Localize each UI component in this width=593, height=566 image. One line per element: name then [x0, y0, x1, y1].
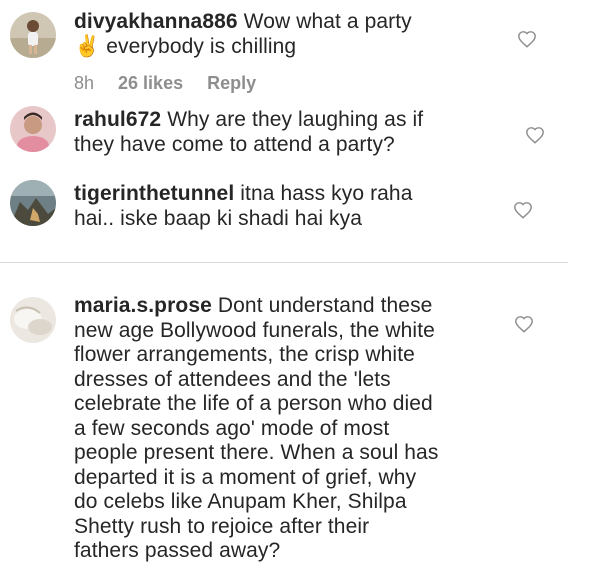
comment-body: itna hass kyo raha: [240, 182, 413, 205]
comment-text: maria.s.prose Dont understand these new a…: [74, 294, 494, 564]
comment-item: divyakhanna886 Wow what a party ✌️ everyb…: [0, 0, 593, 100]
avatar[interactable]: [10, 106, 56, 152]
comment-item: maria.s.prose Dont understand these new a…: [0, 263, 593, 566]
comment-body: fathers passed away?: [74, 539, 281, 562]
comment-body: celebrate the life of a person who died: [74, 392, 433, 415]
comment-body: do celebs like Anupam Kher, Shilpa: [74, 490, 407, 513]
heart-outline-icon[interactable]: [517, 30, 537, 48]
comment-username[interactable]: divyakhanna886: [74, 10, 238, 33]
comment-text: tigerinthetunnel itna hass kyo raha hai..…: [74, 182, 494, 231]
heart-outline-icon[interactable]: [514, 315, 534, 333]
heart-outline-icon[interactable]: [513, 201, 533, 219]
comment-timestamp: 8h: [74, 73, 95, 93]
comment-body: everybody is chilling: [106, 34, 297, 58]
comment-body: Why are they laughing as if: [167, 108, 424, 131]
comment-meta: 8h 26 likes Reply: [74, 73, 280, 94]
avatar[interactable]: [10, 297, 56, 343]
comment-item: rahul672 Why are they laughing as if they…: [0, 100, 593, 178]
heart-outline-icon[interactable]: [525, 126, 545, 144]
comment-body: Dont understand these: [217, 294, 433, 317]
reply-button[interactable]: Reply: [207, 73, 256, 93]
comment-body: Wow what a party: [243, 10, 412, 33]
comment-body: new age Bollywood funerals, the white: [74, 318, 435, 342]
comment-username[interactable]: maria.s.prose: [74, 294, 212, 317]
comment-text: rahul672 Why are they laughing as if they…: [74, 108, 494, 157]
comment-item: tigerinthetunnel itna hass kyo raha hai..…: [0, 178, 593, 258]
comment-body: hai.. iske baap ki shadi hai kya: [74, 206, 363, 230]
comment-username[interactable]: rahul672: [74, 108, 161, 131]
comment-body: dresses of attendees and the 'lets: [74, 367, 391, 391]
likes-count[interactable]: 26 likes: [118, 73, 183, 93]
avatar[interactable]: [10, 12, 56, 58]
comment-body: departed it is a moment of grief, why: [74, 465, 417, 489]
comment-body: a few seconds ago' mode of most: [74, 416, 390, 440]
comment-body: people present there. When a soul has: [74, 441, 439, 464]
comment-text: divyakhanna886 Wow what a party ✌️ everyb…: [74, 10, 494, 59]
comment-body: flower arrangements, the crisp white: [74, 343, 415, 366]
avatar[interactable]: [10, 180, 56, 226]
victory-hand-emoji: ✌️: [74, 34, 101, 58]
comment-body: they have come to attend a party?: [74, 132, 395, 156]
comment-body: Shetty rush to rejoice after their: [74, 514, 370, 538]
comment-username[interactable]: tigerinthetunnel: [74, 182, 234, 205]
